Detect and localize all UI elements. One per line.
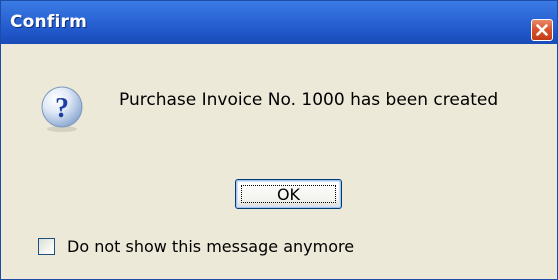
dont-show-again-label: Do not show this message anymore [67,236,355,256]
close-button[interactable] [531,19,553,41]
message-text: Purchase Invoice No. 1000 has been creat… [119,90,499,110]
ok-button[interactable]: OK [235,179,342,209]
svg-text:?: ? [55,93,69,124]
confirm-dialog: Confirm ? Purchase Invoice No. 1000 has … [0,0,558,280]
close-icon [536,24,548,36]
dont-show-again-option[interactable]: Do not show this message anymore [38,235,354,257]
question-icon: ? [41,86,83,132]
ok-button-label: OK [241,185,336,204]
dont-show-again-checkbox[interactable] [38,237,55,255]
window-title: Confirm [10,12,87,32]
dialog-body: ? Purchase Invoice No. 1000 has been cre… [1,44,557,279]
title-bar[interactable]: Confirm [1,1,557,44]
